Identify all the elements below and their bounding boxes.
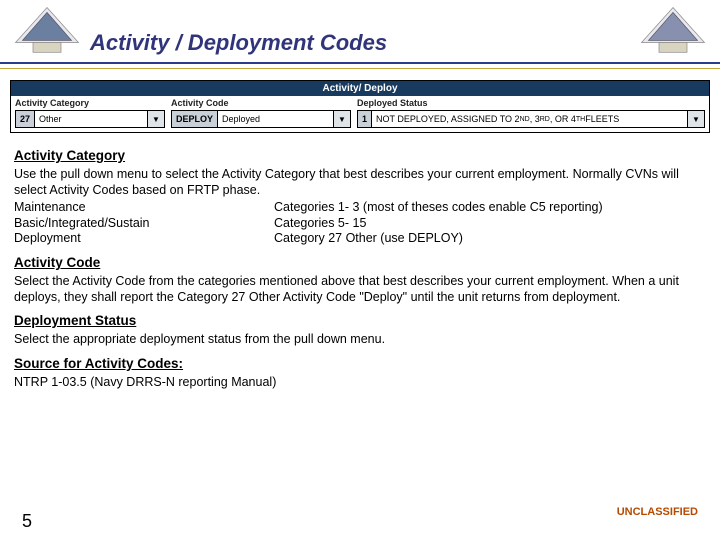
heading-source: Source for Activity Codes: bbox=[14, 356, 706, 373]
deployed-status-label: Deployed Status bbox=[357, 98, 705, 108]
heading-activity-category: Activity Category bbox=[14, 148, 706, 165]
paragraph: NTRP 1-03.5 (Navy DRRS-N reporting Manua… bbox=[14, 375, 706, 391]
paragraph: Use the pull down menu to select the Act… bbox=[14, 167, 706, 198]
body-text: Activity Category Use the pull down menu… bbox=[14, 140, 706, 392]
category-row: Basic/Integrated/Sustain Categories 5- 1… bbox=[14, 216, 706, 232]
deployed-status-code: 1 bbox=[358, 111, 372, 127]
paragraph: Select the appropriate deployment status… bbox=[14, 332, 706, 348]
category-row: Maintenance Categories 1- 3 (most of the… bbox=[14, 200, 706, 216]
paragraph: Select the Activity Code from the catego… bbox=[14, 274, 706, 305]
deployed-status-value: NOT DEPLOYED, ASSIGNED TO 2ND, 3RD, OR 4… bbox=[372, 111, 687, 127]
activity-code-code: DEPLOY bbox=[172, 111, 218, 127]
activity-category-label: Activity Category bbox=[15, 98, 165, 108]
chevron-down-icon[interactable]: ▼ bbox=[687, 111, 704, 127]
activity-category-value: Other bbox=[35, 111, 147, 127]
heading-activity-code: Activity Code bbox=[14, 255, 706, 272]
page-number: 5 bbox=[22, 511, 32, 532]
chevron-down-icon[interactable]: ▼ bbox=[333, 111, 350, 127]
classification-label: UNCLASSIFIED bbox=[617, 506, 698, 518]
activity-deploy-panel: Activity/ Deploy Activity Category 27 Ot… bbox=[10, 80, 710, 133]
emblem-right-icon bbox=[638, 2, 708, 62]
emblem-left-icon bbox=[12, 2, 82, 62]
page-title: Activity / Deployment Codes bbox=[90, 30, 387, 56]
activity-code-select[interactable]: DEPLOY Deployed ▼ bbox=[171, 110, 351, 128]
deployed-status-field: Deployed Status 1 NOT DEPLOYED, ASSIGNED… bbox=[357, 98, 705, 128]
activity-category-code: 27 bbox=[16, 111, 35, 127]
activity-category-field: Activity Category 27 Other ▼ bbox=[15, 98, 165, 128]
category-row: Deployment Category 27 Other (use DEPLOY… bbox=[14, 231, 706, 247]
activity-code-label: Activity Code bbox=[171, 98, 351, 108]
heading-deployment-status: Deployment Status bbox=[14, 313, 706, 330]
activity-code-field: Activity Code DEPLOY Deployed ▼ bbox=[171, 98, 351, 128]
deployed-status-select[interactable]: 1 NOT DEPLOYED, ASSIGNED TO 2ND, 3RD, OR… bbox=[357, 110, 705, 128]
panel-header: Activity/ Deploy bbox=[11, 81, 709, 96]
chevron-down-icon[interactable]: ▼ bbox=[147, 111, 164, 127]
title-rule bbox=[0, 62, 720, 69]
activity-category-select[interactable]: 27 Other ▼ bbox=[15, 110, 165, 128]
activity-code-value: Deployed bbox=[218, 111, 333, 127]
